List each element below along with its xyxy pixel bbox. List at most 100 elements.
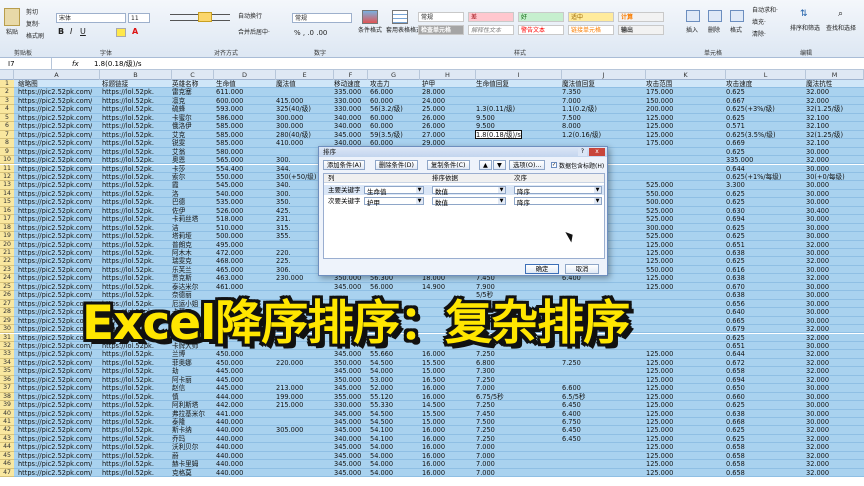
cell-b[interactable]: https://lol.52pk. xyxy=(102,190,154,197)
move-down-button[interactable]: ▼ xyxy=(493,160,506,170)
cell-c[interactable]: 阿木木 xyxy=(172,249,192,256)
cell-l[interactable]: 0.658 xyxy=(726,460,745,467)
row-number[interactable]: 26 xyxy=(0,291,14,300)
cell-k[interactable]: 525.000 xyxy=(646,232,673,239)
cell-c[interactable]: 索尔 xyxy=(172,173,185,180)
cell-l[interactable]: 0.650 xyxy=(726,384,745,391)
cell-j[interactable]: 7.350 xyxy=(562,88,581,95)
cell-l[interactable]: 0.640 xyxy=(726,308,745,315)
format-button[interactable]: 格式 xyxy=(730,28,742,34)
table-row[interactable]: 7 https://pic2.52pk.com/https://lol.52pk.… xyxy=(0,129,864,140)
align-middle-icon[interactable] xyxy=(198,12,212,22)
cell-e[interactable]: 220.000 xyxy=(276,359,303,366)
style-linked[interactable]: 链接单元格 xyxy=(568,25,614,35)
cell-k[interactable]: 525.000 xyxy=(646,215,673,222)
row-number[interactable]: 27 xyxy=(0,299,14,309)
cell-b[interactable]: https://lol.52pk. xyxy=(102,232,154,239)
cell-l[interactable]: 0.625(+1%/每级) xyxy=(726,173,781,180)
table-row[interactable]: 2 https://pic2.52pk.com/https://lol.52pk.… xyxy=(0,88,864,97)
cell-b[interactable]: https://lol.52pk. xyxy=(102,131,154,138)
cell-d[interactable]: 440.000 xyxy=(216,426,243,433)
cell-a[interactable]: https://pic2.52pk.com/ xyxy=(18,88,92,95)
cut-button[interactable]: 剪切 xyxy=(26,10,38,16)
row-number[interactable]: 10 xyxy=(0,156,14,165)
cell-i[interactable]: 7.450 xyxy=(476,410,495,417)
name-box[interactable]: I7 xyxy=(4,58,52,70)
cell-m[interactable]: 32.000 xyxy=(806,435,829,442)
style-neutral[interactable]: 适中 xyxy=(568,12,614,22)
row-number[interactable]: 44 xyxy=(0,443,14,452)
cell-f[interactable]: 340.000 xyxy=(334,114,361,121)
cell-c[interactable]: 霞 xyxy=(172,181,179,188)
cell-k[interactable]: 125.000 xyxy=(646,122,673,129)
cell-d[interactable]: 585.000 xyxy=(216,139,243,146)
cell-g[interactable]: 54.500 xyxy=(370,418,393,425)
cell-c[interactable]: 慎 xyxy=(172,393,179,400)
cell-k[interactable]: 300.000 xyxy=(646,224,673,231)
cell-d[interactable]: 442.000 xyxy=(216,401,243,408)
row-number[interactable]: 23 xyxy=(0,265,14,275)
cell-h[interactable]: 15.000 xyxy=(422,367,445,374)
cell-e[interactable]: 280(40/级) xyxy=(276,131,311,138)
cell-c[interactable]: 巴德 xyxy=(172,198,185,205)
cell-f[interactable]: 345.000 xyxy=(334,460,361,467)
cell-g[interactable]: 60.000 xyxy=(370,122,393,129)
sort-column-select[interactable]: 生命值 ▼ xyxy=(364,186,424,196)
cell-g[interactable]: 54.000 xyxy=(370,443,393,450)
cell-j[interactable]: 6.450 xyxy=(562,435,581,442)
cell-m[interactable]: 30.000 xyxy=(806,215,829,222)
cell-f[interactable]: 345.000 xyxy=(334,131,361,138)
row-number[interactable]: 16 xyxy=(0,206,14,216)
cell-h[interactable]: 24.000 xyxy=(422,97,445,104)
bold-icon[interactable]: B xyxy=(58,28,64,36)
cell-d[interactable]: 440.000 xyxy=(216,452,243,459)
cell-l[interactable]: 3.300 xyxy=(726,181,745,188)
column-header-i[interactable]: I xyxy=(476,70,562,80)
cell-a[interactable]: https://pic2.52pk.com/ xyxy=(18,418,92,425)
cell-e[interactable]: 230.000 xyxy=(276,274,303,281)
cell-l[interactable]: 0.658 xyxy=(726,452,745,459)
row-number[interactable]: 20 xyxy=(0,240,14,249)
cell-l[interactable]: 0.625 xyxy=(726,435,745,442)
style-output[interactable]: 输出 xyxy=(618,25,664,35)
row-number[interactable]: 46 xyxy=(0,460,14,469)
cell-k[interactable]: 125.000 xyxy=(646,283,673,290)
cell-k[interactable]: 125.000 xyxy=(646,418,673,425)
cell-d[interactable]: 586.000 xyxy=(216,114,243,121)
table-row[interactable]: 44 https://pic2.52pk.com/https://lol.52pk… xyxy=(0,443,864,452)
cell-g[interactable]: 55.120 xyxy=(370,393,393,400)
cell-b[interactable]: https://lol.52pk. xyxy=(102,426,154,433)
cell-m[interactable]: 30.000 xyxy=(806,181,829,188)
cell-m[interactable]: 32.000 xyxy=(806,350,829,357)
table-row[interactable]: 46 https://pic2.52pk.com/https://lol.52pk… xyxy=(0,460,864,469)
sort-order-select[interactable]: 降序 ▼ xyxy=(514,186,602,196)
cell-e[interactable]: 350. xyxy=(276,198,291,205)
cell-d[interactable]: 510.000 xyxy=(216,224,243,231)
cell-l[interactable]: 0.625(3.5%/级) xyxy=(726,131,776,138)
clear-button[interactable]: 清除· xyxy=(752,32,766,38)
cell-m[interactable]: 32.000 xyxy=(806,274,829,281)
table-row[interactable]: 40 https://pic2.52pk.com/https://lol.52pk… xyxy=(0,409,864,418)
cell-m[interactable]: 32.100 xyxy=(806,122,829,129)
cell-c[interactable]: 锐雯 xyxy=(172,139,185,146)
cell-l[interactable]: 0.625(+3%/级) xyxy=(726,105,775,112)
cell-h[interactable]: 15.500 xyxy=(422,359,445,366)
cell-c[interactable]: 克格莫 xyxy=(172,469,192,476)
cell-i[interactable]: 7.300 xyxy=(476,367,495,374)
row-number[interactable]: 28 xyxy=(0,308,14,317)
cell-k[interactable]: 125.000 xyxy=(646,410,673,417)
close-icon[interactable]: x xyxy=(589,148,605,156)
cell-i[interactable]: 9.500 xyxy=(476,122,495,129)
cell-m[interactable]: 30.000 xyxy=(806,418,829,425)
cell-b[interactable]: https://lol.52pk. xyxy=(102,266,154,273)
cell-c[interactable]: 卡莉丝塔 xyxy=(172,215,198,222)
cell-c[interactable]: 赵信 xyxy=(172,384,185,391)
cell-b[interactable]: https://lol.52pk. xyxy=(102,410,154,417)
cell-c[interactable]: 艾翁 xyxy=(172,148,185,155)
cell-a[interactable]: https://pic2.52pk.com/ xyxy=(18,181,92,188)
cell-l[interactable]: 0.668 xyxy=(726,418,745,425)
cell-i[interactable]: 1.3(0.11/级) xyxy=(476,105,515,112)
cell-b[interactable]: https://lol.52pk. xyxy=(102,224,154,231)
column-header-k[interactable]: K xyxy=(646,70,726,80)
cell-j[interactable]: 1.1(0.2/级) xyxy=(562,105,597,112)
